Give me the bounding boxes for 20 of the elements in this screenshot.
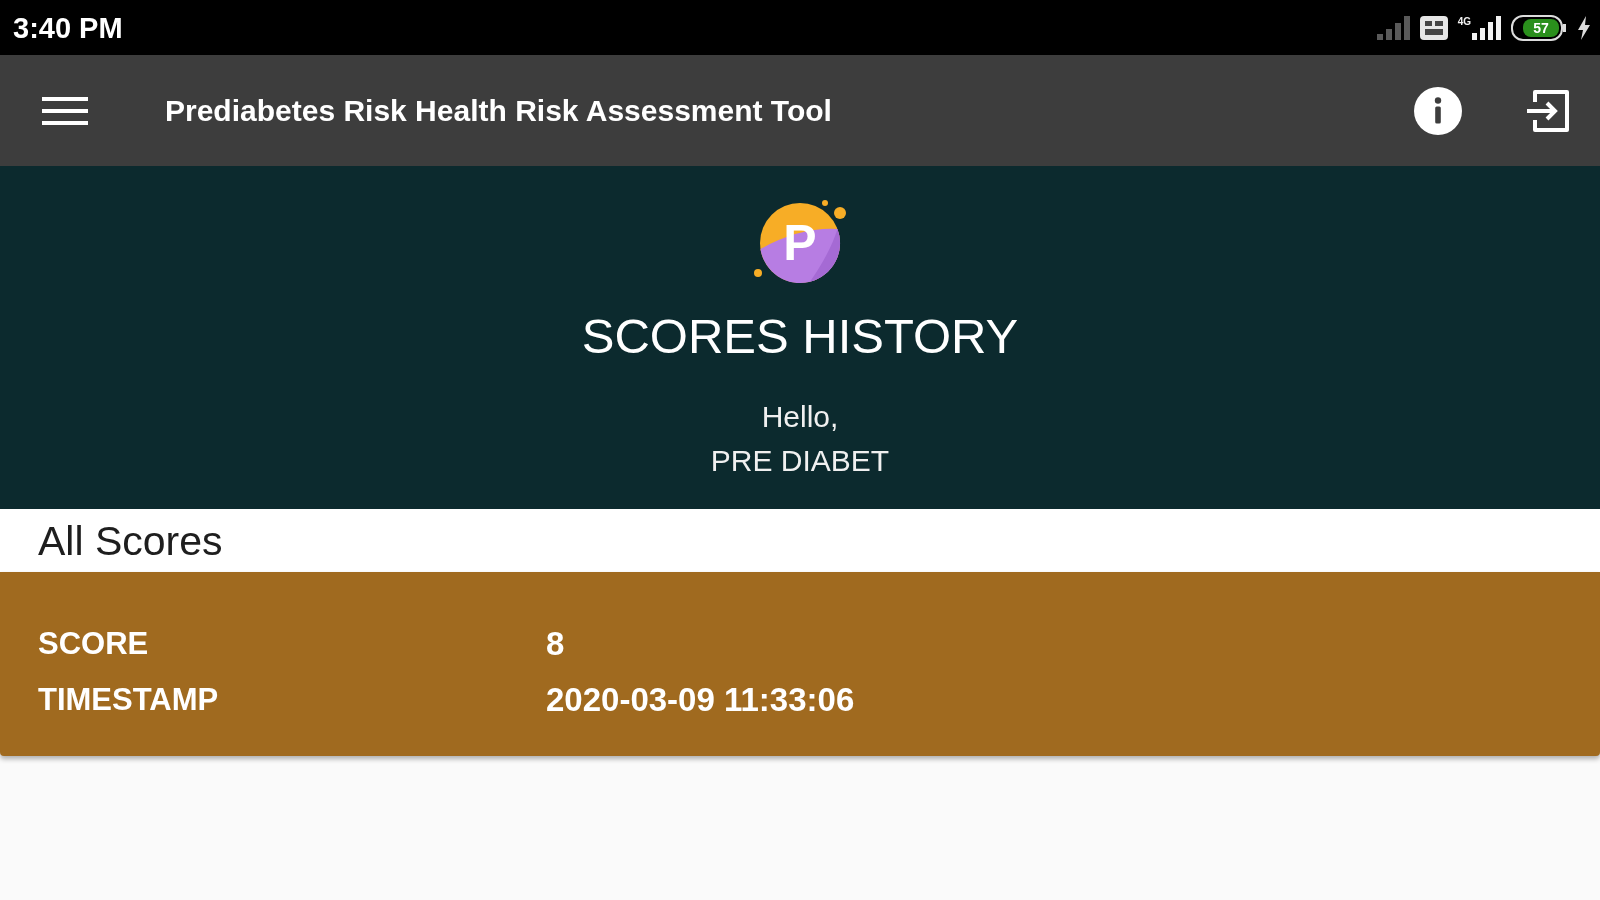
field-value: 8 [546,625,565,663]
field-value: 2020-03-09 11:33:06 [546,681,855,719]
section-title: All Scores [38,516,223,566]
status-time: 3:40 PM [13,10,123,45]
page-title: SCORES HISTORY [581,308,1019,365]
signal-icon [1472,15,1501,40]
field-label: SCORE [38,625,150,663]
logo-letter: P [783,218,817,268]
app-title: Prediabetes Risk Health Risk Assessment Tool [165,92,832,129]
network-type-label: 4G [1457,15,1471,27]
info-button[interactable] [1414,86,1462,135]
signal-icon [1376,15,1410,40]
user-name: PRE DIABET [710,443,890,479]
field-label: TIMESTAMP [38,681,220,719]
network-badge-icon [1419,15,1448,40]
exit-button[interactable] [1525,87,1569,134]
greeting-text: Hello, [761,399,839,435]
battery-percentage: 57 [1532,19,1550,36]
battery-icon [1511,14,1567,41]
menu-button[interactable] [42,96,88,125]
